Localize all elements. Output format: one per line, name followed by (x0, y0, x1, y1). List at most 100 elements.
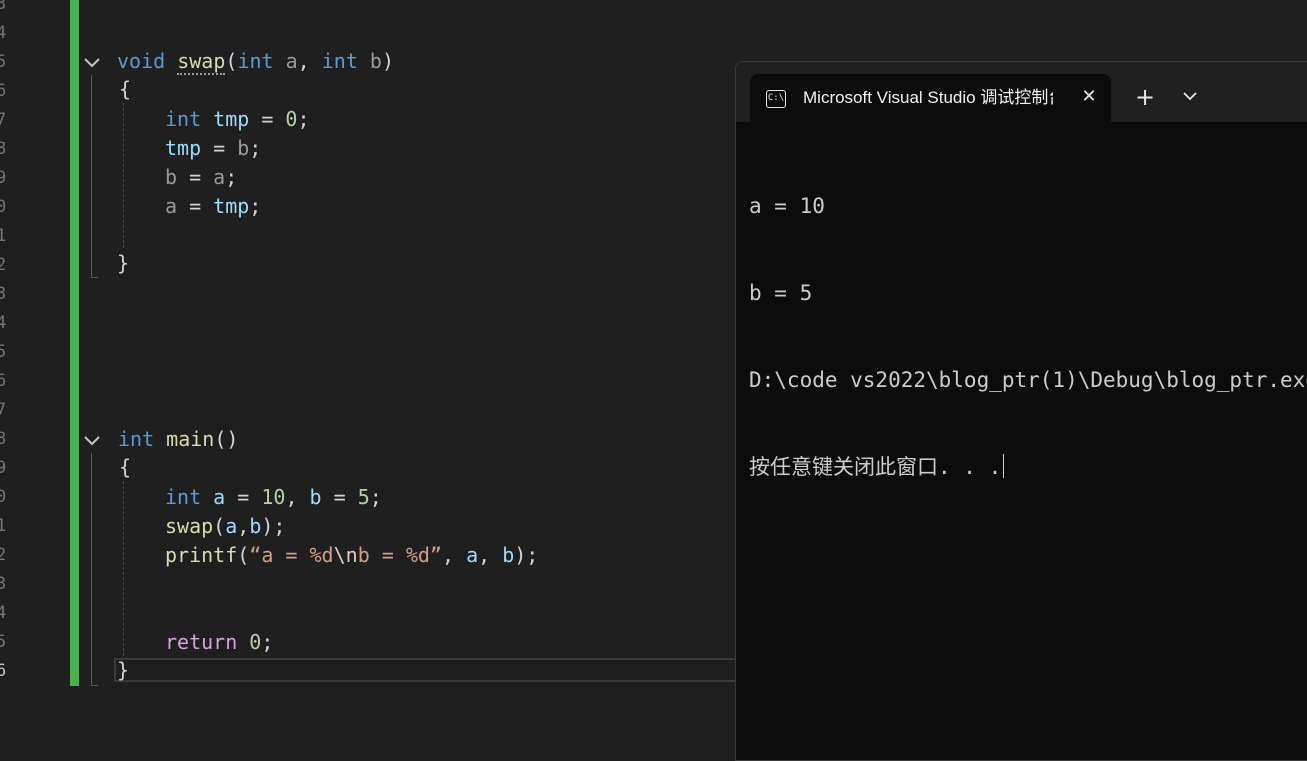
number: 0 (285, 107, 298, 131)
number: 5 (357, 485, 370, 509)
line-number: 0 (0, 487, 7, 507)
line-number: 7 (0, 110, 7, 130)
keyword: return (165, 630, 238, 654)
function-call: swap (165, 514, 214, 538)
code-line[interactable]: int tmp = 0; (165, 105, 310, 134)
punctuation: , (237, 514, 250, 538)
code-line-close-brace[interactable]: } (117, 249, 129, 278)
string-literal: “a = %d (249, 543, 334, 567)
indent-guide (123, 481, 124, 656)
string-literal: b = %d” (357, 543, 442, 567)
operator: = (177, 165, 214, 189)
line-number: 2 (0, 545, 7, 565)
function-name: main (166, 427, 215, 451)
function-call: printf (165, 543, 238, 567)
console-prompt-line: 按任意键关闭此窗口. . . (749, 453, 1307, 482)
number: 0 (249, 630, 262, 654)
keyword: int (118, 427, 155, 451)
variable: b (249, 514, 262, 538)
parameter: b (237, 136, 250, 160)
number: 10 (261, 485, 286, 509)
punctuation: , (297, 49, 310, 73)
change-indicator-bar (70, 0, 79, 686)
punctuation: ); (514, 543, 539, 567)
punctuation: ; (249, 194, 262, 218)
punctuation: , (441, 543, 467, 567)
code-line-open-brace[interactable]: { (119, 453, 131, 482)
close-tab-icon[interactable]: ✕ (1080, 88, 1098, 106)
code-line[interactable]: int a = 10, b = 5; (165, 483, 382, 512)
operator: = (249, 107, 286, 131)
console-output[interactable]: a = 10 b = 5 D:\code vs2022\blog_ptr(1)\… (749, 134, 1307, 540)
fold-chevron-icon[interactable] (82, 52, 102, 72)
variable: a (225, 514, 238, 538)
console-output-line: b = 5 (749, 281, 813, 305)
terminal-tab-bar: C:\ Microsoft Visual Studio 调试控制台 ✕ + (736, 62, 1307, 124)
line-number: 1 (0, 516, 7, 536)
brace: { (119, 455, 132, 479)
punctuation: , (285, 485, 310, 509)
line-number: 4 (0, 603, 7, 623)
punctuation: ( (225, 49, 238, 73)
line-number: 8 (0, 429, 7, 449)
escape-sequence: \n (333, 543, 358, 567)
line-number: 6 (0, 661, 7, 681)
new-tab-button[interactable]: + (1134, 85, 1156, 109)
variable: tmp (213, 194, 250, 218)
punctuation: ) (381, 49, 395, 73)
variable: b (502, 543, 515, 567)
line-number: 5 (0, 342, 7, 362)
line-number: 7 (0, 400, 7, 420)
parameter: a (285, 49, 298, 73)
scope-bracket (91, 453, 98, 686)
console-output-line: D:\code vs2022\blog_ptr(1)\Debug\blog_pt… (749, 368, 1307, 392)
punctuation: ; (249, 136, 262, 160)
code-line-close-brace[interactable]: } (117, 656, 129, 685)
brace: { (119, 77, 132, 101)
punctuation: () (214, 427, 239, 451)
code-line[interactable]: a = tmp; (165, 192, 261, 221)
code-line-main-signature[interactable]: int main() (118, 425, 238, 454)
function-name: swap (177, 49, 226, 75)
line-number: 6 (0, 81, 7, 101)
variable: b (309, 485, 322, 509)
debug-console-window[interactable]: C:\ Microsoft Visual Studio 调试控制台 ✕ + a … (735, 61, 1307, 761)
line-number: 3 (0, 284, 7, 304)
variable: tmp (213, 107, 250, 131)
code-line[interactable]: b = a; (165, 163, 237, 192)
operator: = (201, 136, 238, 160)
operator: = (225, 485, 262, 509)
parameter: b (165, 165, 178, 189)
parameter: a (165, 194, 178, 218)
code-line-swap-signature[interactable]: void swap(int a, int b) (117, 47, 394, 76)
line-number: 1 (0, 226, 7, 246)
operator: = (321, 485, 358, 509)
line-number: 5 (0, 632, 7, 652)
chevron-down-icon[interactable] (1182, 90, 1198, 102)
line-number: 3 (0, 574, 7, 594)
punctuation: ( (237, 543, 250, 567)
punctuation: ); (261, 514, 286, 538)
scope-bracket (91, 75, 98, 278)
line-number: 9 (0, 168, 7, 188)
line-number: 5 (0, 52, 7, 72)
line-number: 8 (0, 139, 7, 159)
terminal-tab[interactable]: C:\ Microsoft Visual Studio 调试控制台 ✕ (750, 74, 1111, 124)
operator: = (177, 194, 214, 218)
brace: } (117, 251, 130, 275)
punctuation: ; (297, 107, 310, 131)
code-line[interactable]: swap(a,b); (165, 512, 285, 541)
terminal-tab-title: Microsoft Visual Studio 调试控制台 (803, 88, 1053, 107)
code-line[interactable]: return 0; (165, 628, 273, 657)
parameter: a (213, 165, 226, 189)
code-line[interactable]: printf(“a = %d\nb = %d”, a, b); (165, 541, 538, 570)
code-line-open-brace[interactable]: { (119, 75, 131, 104)
fold-chevron-icon[interactable] (82, 430, 102, 450)
keyword: int (237, 49, 274, 73)
line-number: 0 (0, 197, 7, 217)
code-line[interactable]: tmp = b; (165, 134, 261, 163)
variable: a (466, 543, 479, 567)
line-number: 4 (0, 313, 7, 333)
console-output-text: 按任意键关闭此窗口. . . (749, 455, 1002, 479)
indent-guide (123, 103, 124, 248)
